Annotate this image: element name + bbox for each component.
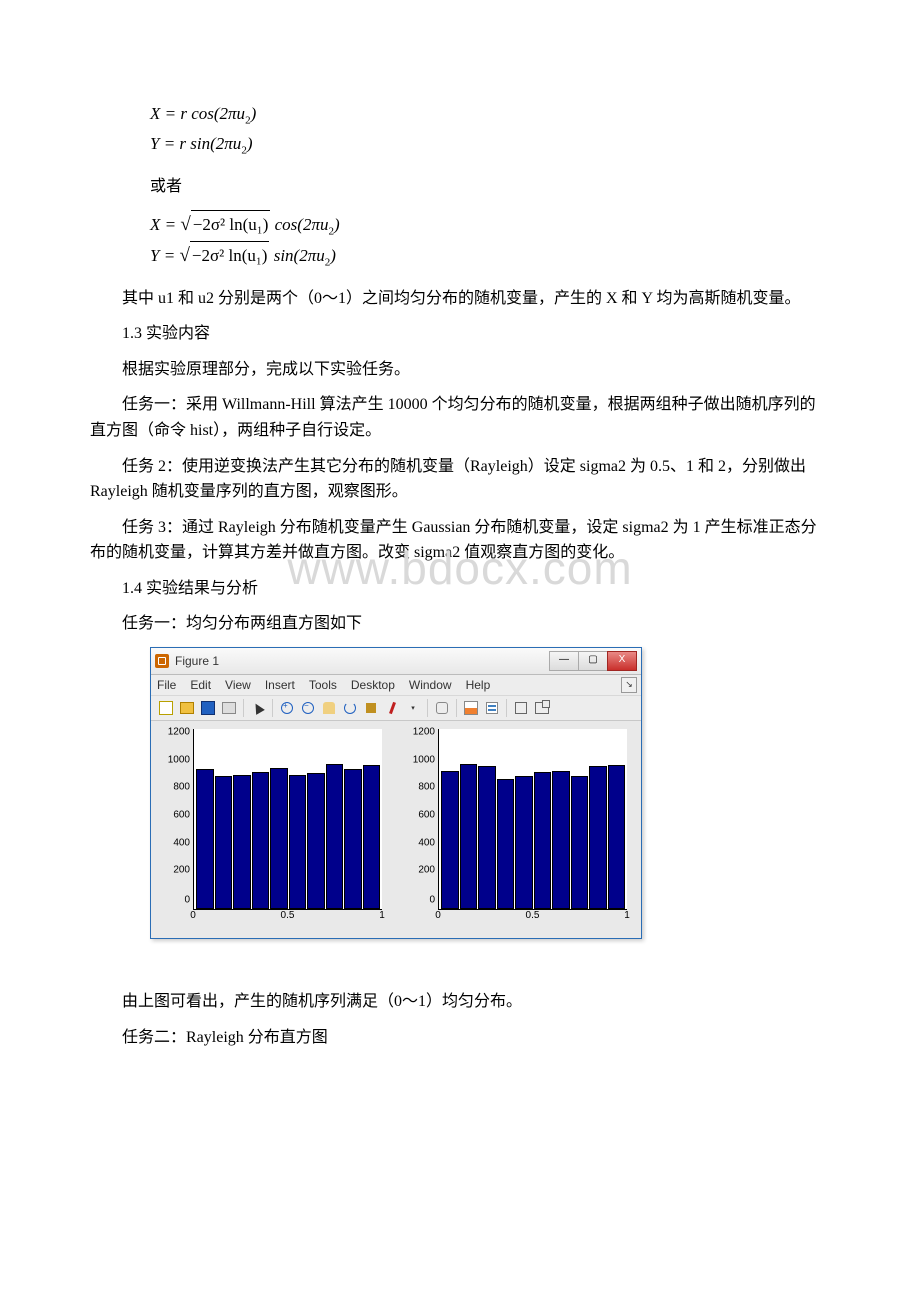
bar (307, 773, 325, 909)
window-title: Figure 1 (175, 654, 550, 668)
menu-edit[interactable]: Edit (190, 678, 211, 692)
task-1: 任务一：采用 Willmann-Hill 算法产生 10000 个均匀分布的随机… (90, 392, 830, 443)
menu-view[interactable]: View (225, 678, 251, 692)
equation-block-2: X = √−2σ² ln(u₁) cos(2πu2) Y = √−2σ² ln(… (150, 210, 830, 272)
toolbar: ▾ (151, 696, 641, 721)
bar (589, 766, 607, 909)
menu-window[interactable]: Window (409, 678, 452, 692)
matlab-figure-window: Figure 1 — ▢ X File Edit View Insert Too… (150, 647, 642, 939)
y-tick-labels-1: 0 200 400 600 800 1000 1200 (162, 729, 192, 909)
separator (243, 699, 244, 717)
bar (571, 776, 589, 909)
link-icon[interactable] (433, 699, 451, 717)
bar (196, 769, 214, 909)
print-icon[interactable] (220, 699, 238, 717)
dropdown-icon[interactable]: ▾ (404, 699, 422, 717)
pan-icon[interactable] (320, 699, 338, 717)
bar (497, 779, 515, 909)
hide-tools-icon[interactable] (512, 699, 530, 717)
zoom-in-icon[interactable] (278, 699, 296, 717)
save-icon[interactable] (199, 699, 217, 717)
bar (252, 772, 270, 909)
colorbar-icon[interactable] (462, 699, 480, 717)
bars-2 (439, 729, 627, 909)
x-tick-labels-1: 0 0.5 1 (193, 910, 382, 924)
app-icon (155, 654, 169, 668)
subplot-2: 0 200 400 600 800 1000 1200 0 0.5 1 (406, 729, 631, 924)
open-icon[interactable] (178, 699, 196, 717)
bar (534, 772, 552, 909)
x-tick-labels-2: 0 0.5 1 (438, 910, 627, 924)
bar (233, 775, 251, 909)
separator (272, 699, 273, 717)
show-tools-icon[interactable] (533, 699, 551, 717)
maximize-button[interactable]: ▢ (578, 651, 608, 671)
menu-file[interactable]: File (157, 678, 176, 692)
bar (460, 764, 478, 909)
bar (441, 771, 459, 909)
axes-1[interactable]: 0 200 400 600 800 1000 1200 (193, 729, 382, 910)
new-icon[interactable] (157, 699, 175, 717)
menu-desktop[interactable]: Desktop (351, 678, 395, 692)
separator (427, 699, 428, 717)
menu-tools[interactable]: Tools (309, 678, 337, 692)
bar (515, 776, 533, 909)
result-2-label: 任务二：Rayleigh 分布直方图 (90, 1025, 830, 1051)
bar (608, 765, 626, 909)
subplot-1: 0 200 400 600 800 1000 1200 0 0.5 1 (161, 729, 386, 924)
separator (506, 699, 507, 717)
zoom-out-icon[interactable] (299, 699, 317, 717)
bar (552, 771, 570, 909)
titlebar[interactable]: Figure 1 — ▢ X (151, 648, 641, 675)
legend-icon[interactable] (483, 699, 501, 717)
bar (215, 776, 233, 909)
bars-1 (194, 729, 382, 909)
bar (270, 768, 288, 909)
separator (456, 699, 457, 717)
paragraph-intro: 其中 u1 和 u2 分别是两个（0～1）之间均匀分布的随机变量，产生的 X 和… (90, 286, 830, 312)
bar (344, 769, 362, 909)
bar (289, 775, 307, 909)
rotate-icon[interactable] (341, 699, 359, 717)
heading-1-4: 1.4 实验结果与分析 (90, 576, 830, 602)
paragraph-2: 根据实验原理部分，完成以下实验任务。 (90, 357, 830, 383)
menu-insert[interactable]: Insert (265, 678, 295, 692)
brush-icon[interactable] (383, 699, 401, 717)
result-1-label: 任务一：均匀分布两组直方图如下 (90, 611, 830, 637)
menubar: File Edit View Insert Tools Desktop Wind… (151, 675, 641, 696)
menu-help[interactable]: Help (466, 678, 491, 692)
edit-plot-icon[interactable] (249, 699, 267, 717)
equation-block-1: X = r cos(2πu2) Y = r sin(2πu2) (150, 100, 830, 160)
document-page: X = r cos(2πu2) Y = r sin(2πu2) 或者 X = √… (0, 0, 920, 1120)
task-3: 任务 3：通过 Rayleigh 分布随机变量产生 Gaussian 分布随机变… (90, 515, 830, 566)
conclusion: 由上图可看出，产生的随机序列满足（0～1）均匀分布。 (90, 989, 830, 1015)
bar (363, 765, 381, 909)
heading-1-3: 1.3 实验内容 (90, 321, 830, 347)
axes-2[interactable]: 0 200 400 600 800 1000 1200 (438, 729, 627, 910)
minimize-button[interactable]: — (549, 651, 579, 671)
plot-area: 0 200 400 600 800 1000 1200 0 0.5 1 (151, 721, 641, 938)
dock-anchor-icon[interactable]: ↘ (621, 677, 637, 693)
task-2: 任务 2：使用逆变换法产生其它分布的随机变量（Rayleigh）设定 sigma… (90, 454, 830, 505)
data-cursor-icon[interactable] (362, 699, 380, 717)
bar (326, 764, 344, 909)
close-button[interactable]: X (607, 651, 637, 671)
text-or: 或者 (150, 174, 830, 200)
bar (478, 766, 496, 909)
y-tick-labels-2: 0 200 400 600 800 1000 1200 (407, 729, 437, 909)
